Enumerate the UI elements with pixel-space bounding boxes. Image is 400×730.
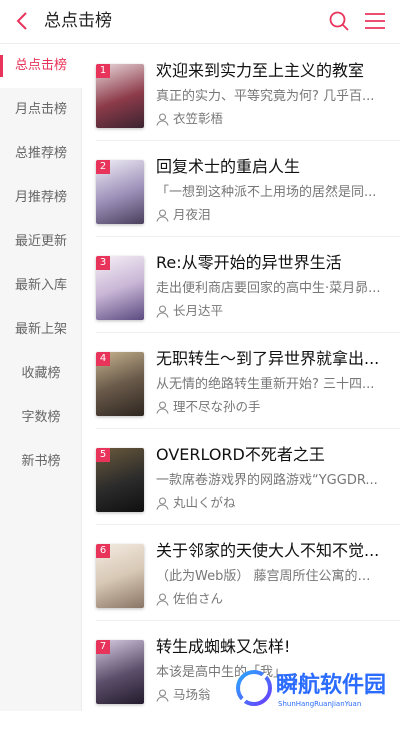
rank-badge: 5 bbox=[96, 448, 110, 462]
ranking-sidebar: 总点击榜 月点击榜 总推荐榜 月推荐榜 最近更新 最新入库 最新上架 收藏榜 字… bbox=[0, 44, 82, 711]
book-author: 丸山くがね bbox=[156, 494, 236, 512]
watermark-logo: 瞬航软件园 ShunHangRuanJianYuan bbox=[236, 670, 386, 708]
sidebar-item-label: 月推荐榜 bbox=[14, 190, 67, 205]
user-icon bbox=[156, 689, 169, 702]
book-list: 1 欢迎来到实力至上主义的教室 真正的实力、平等究竟为何? 几乎百... 衣笠彰… bbox=[82, 44, 400, 711]
author-name: 佐伯さん bbox=[173, 591, 224, 606]
menu-icon[interactable] bbox=[364, 11, 386, 31]
book-cover: 3 bbox=[96, 256, 144, 320]
back-arrow-icon[interactable] bbox=[12, 10, 34, 32]
sidebar-item-label: 总推荐榜 bbox=[14, 146, 67, 161]
user-icon bbox=[156, 593, 169, 606]
sidebar-item-word-count[interactable]: 字数榜 bbox=[0, 396, 82, 440]
rank-badge: 4 bbox=[96, 352, 110, 366]
svg-text:瞬航软件园: 瞬航软件园 bbox=[276, 672, 386, 698]
sidebar-item-total-recommend[interactable]: 总推荐榜 bbox=[0, 132, 82, 176]
book-description: （此为Web版） 藤宫周所住公寓的隔... bbox=[156, 569, 382, 584]
sidebar-item-new-stock[interactable]: 最新入库 bbox=[0, 264, 82, 308]
search-icon[interactable] bbox=[328, 10, 350, 32]
book-title: 关于邻家的天使大人不知不觉... bbox=[156, 541, 380, 560]
sidebar-item-new-books[interactable]: 新书榜 bbox=[0, 440, 82, 484]
sidebar-item-recent-updates[interactable]: 最近更新 bbox=[0, 220, 82, 264]
book-author: 理不尽な孙の手 bbox=[156, 398, 261, 416]
app-header: 总点击榜 bbox=[0, 0, 400, 44]
user-icon bbox=[156, 209, 169, 222]
book-title: 无职转生～到了异世界就拿出... bbox=[156, 349, 380, 368]
user-icon bbox=[156, 401, 169, 414]
book-title: 回复术士的重启人生 bbox=[156, 157, 301, 176]
divider bbox=[96, 332, 400, 333]
book-cover: 6 bbox=[96, 544, 144, 608]
user-icon bbox=[156, 497, 169, 510]
book-cover: 2 bbox=[96, 160, 144, 224]
sidebar-item-monthly-clicks[interactable]: 月点击榜 bbox=[0, 88, 82, 132]
sidebar-item-label: 最近更新 bbox=[14, 234, 67, 249]
sidebar-item-new-release[interactable]: 最新上架 bbox=[0, 308, 82, 352]
book-cover: 4 bbox=[96, 352, 144, 416]
sidebar-item-label: 收藏榜 bbox=[21, 366, 61, 381]
sidebar-item-label: 最新入库 bbox=[14, 278, 67, 293]
sidebar-item-label: 月点击榜 bbox=[14, 102, 67, 117]
sidebar-item-label: 总点击榜 bbox=[14, 58, 67, 73]
book-description: 「一想到这种派不上用场的居然是同... bbox=[156, 185, 377, 200]
sidebar-item-total-clicks[interactable]: 总点击榜 bbox=[0, 44, 82, 88]
book-cover: 7 bbox=[96, 640, 144, 704]
divider bbox=[96, 428, 400, 429]
sidebar-item-label: 新书榜 bbox=[21, 454, 61, 469]
user-icon bbox=[156, 113, 169, 126]
author-name: 月夜泪 bbox=[173, 207, 211, 222]
book-description: 走出便利商店要回家的高中生·菜月昴... bbox=[156, 281, 381, 296]
book-title: 欢迎来到实力至上主义的教室 bbox=[156, 61, 365, 80]
rank-badge: 3 bbox=[96, 256, 110, 270]
book-author: 月夜泪 bbox=[156, 206, 211, 224]
book-author: 长月达平 bbox=[156, 302, 223, 320]
page-title: 总点击榜 bbox=[44, 11, 112, 31]
svg-text:ShunHangRuanJianYuan: ShunHangRuanJianYuan bbox=[278, 700, 361, 708]
author-name: 长月达平 bbox=[173, 303, 224, 318]
rank-badge: 1 bbox=[96, 64, 110, 78]
book-author: 佐伯さん bbox=[156, 590, 223, 608]
book-title: Re:从零开始的异世界生活 bbox=[156, 253, 342, 272]
sidebar-item-favorites[interactable]: 收藏榜 bbox=[0, 352, 82, 396]
divider bbox=[96, 236, 400, 237]
sidebar-item-monthly-recommend[interactable]: 月推荐榜 bbox=[0, 176, 82, 220]
rank-badge: 2 bbox=[96, 160, 110, 174]
user-icon bbox=[156, 305, 169, 318]
author-name: 理不尽な孙の手 bbox=[173, 399, 261, 414]
rank-badge: 7 bbox=[96, 640, 110, 654]
sidebar-item-label: 字数榜 bbox=[21, 410, 61, 425]
rank-badge: 6 bbox=[96, 544, 110, 558]
author-name: 衣笠彰梧 bbox=[173, 111, 224, 126]
book-description: 从无情的绝路转生重新开始? 三十四... bbox=[156, 377, 375, 392]
divider bbox=[96, 620, 400, 621]
author-name: 丸山くがね bbox=[173, 495, 236, 510]
divider bbox=[96, 524, 400, 525]
book-description: 真正的实力、平等究竟为何? 几乎百... bbox=[156, 89, 375, 104]
book-title: 转生成蜘蛛又怎样! bbox=[156, 637, 291, 656]
divider bbox=[96, 140, 400, 141]
book-title: OVERLORD不死者之王 bbox=[156, 445, 325, 464]
book-cover: 1 bbox=[96, 64, 144, 128]
author-name: 马场翁 bbox=[173, 687, 211, 702]
book-description: 一款席卷游戏界的网路游戏“YGGDR... bbox=[156, 473, 378, 488]
book-author: 衣笠彰梧 bbox=[156, 110, 223, 128]
book-cover: 5 bbox=[96, 448, 144, 512]
sidebar-item-label: 最新上架 bbox=[14, 322, 67, 337]
book-author: 马场翁 bbox=[156, 686, 211, 704]
